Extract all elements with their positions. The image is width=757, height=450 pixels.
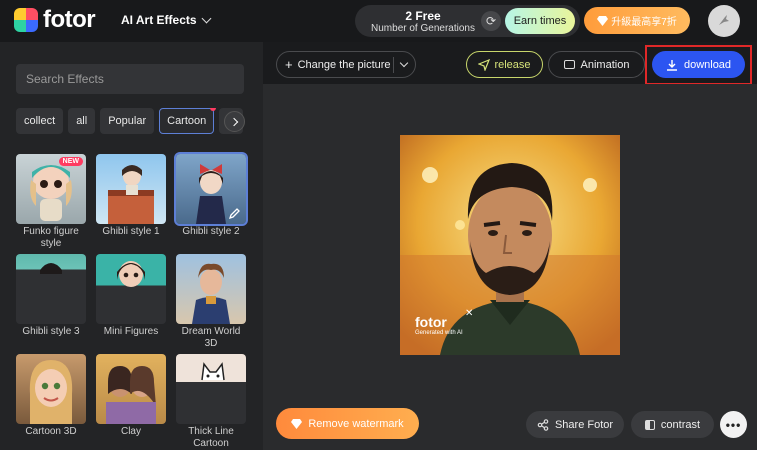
effect-card-ghibli-3[interactable]: Ghibli style 3 bbox=[16, 254, 86, 338]
filter-chips: collect all Popular Cartoon C bbox=[16, 108, 246, 134]
divider bbox=[393, 57, 394, 73]
credits-count: 2 Free bbox=[405, 9, 441, 23]
effect-thumbnail bbox=[176, 254, 246, 324]
plus-icon: + bbox=[285, 57, 293, 72]
effect-label: Mini Figures bbox=[103, 326, 159, 337]
effect-card-ghibli-2[interactable]: Ghibli style 2 bbox=[174, 152, 248, 238]
effect-thumbnail bbox=[16, 254, 86, 324]
scroll-right-button[interactable] bbox=[224, 111, 245, 132]
contrast-label: contrast bbox=[660, 418, 701, 431]
edit-icon[interactable] bbox=[228, 206, 242, 220]
download-button[interactable]: download bbox=[652, 51, 745, 78]
upgrade-label: 升級最高享7折 bbox=[611, 17, 677, 28]
share-icon bbox=[537, 418, 549, 431]
effect-card-funko[interactable]: NEW Funko figure style bbox=[16, 154, 86, 250]
result-image[interactable]: fotor Generated with AI ✕ bbox=[400, 135, 620, 355]
effect-label: Clay bbox=[120, 426, 141, 437]
new-badge: NEW bbox=[58, 157, 83, 166]
animation-label: Animation bbox=[580, 58, 630, 71]
chevron-down-icon[interactable] bbox=[399, 58, 409, 68]
logo-text: fotor bbox=[43, 6, 96, 33]
notification-dot bbox=[210, 108, 217, 111]
credits-label: Number of Generations bbox=[371, 23, 475, 34]
user-avatar[interactable] bbox=[708, 5, 740, 37]
fotor-logo-icon bbox=[14, 8, 38, 32]
share-button[interactable]: Share Fotor bbox=[526, 411, 624, 438]
filter-popular[interactable]: Popular bbox=[100, 108, 155, 134]
upgrade-button[interactable]: 升級最高享7折 bbox=[584, 7, 690, 34]
credits-panel: 2 Free Number of Generations ⟳ Earn time… bbox=[355, 5, 580, 37]
remove-watermark-button[interactable]: Remove watermark bbox=[276, 408, 419, 439]
change-picture-button[interactable]: + Change the picture bbox=[276, 51, 416, 78]
effect-label: Ghibli style 1 bbox=[102, 226, 160, 237]
top-bar: fotor AI Art Effects 2 Free Number of Ge… bbox=[0, 0, 757, 42]
send-icon bbox=[478, 58, 491, 71]
chevron-down-icon bbox=[201, 13, 212, 24]
watermark: fotor Generated with AI bbox=[415, 315, 463, 337]
effect-thumbnail bbox=[96, 354, 166, 424]
effect-thumbnail bbox=[96, 154, 166, 224]
diamond-icon bbox=[597, 15, 609, 26]
effect-card-cartoon-3d[interactable]: Cartoon 3D bbox=[16, 354, 86, 438]
ai-art-effects-menu[interactable]: AI Art Effects bbox=[121, 13, 212, 27]
chevron-right-icon bbox=[229, 117, 238, 126]
animation-button[interactable]: Animation bbox=[548, 51, 645, 78]
effect-thumbnail bbox=[176, 354, 246, 424]
earn-times-button[interactable]: Earn times bbox=[505, 8, 575, 34]
video-icon bbox=[563, 60, 575, 69]
bird-icon bbox=[719, 15, 729, 25]
diamond-icon bbox=[291, 418, 303, 429]
effect-card-dream-world[interactable]: Dream World 3D bbox=[176, 254, 246, 350]
editor-toolbar: + Change the picture release Animation d… bbox=[263, 42, 757, 85]
contrast-icon bbox=[644, 419, 655, 430]
close-icon[interactable]: ✕ bbox=[465, 308, 473, 319]
filter-collect[interactable]: collect bbox=[16, 108, 64, 134]
watermark-text: fotor bbox=[415, 314, 447, 330]
filter-cartoon[interactable]: Cartoon bbox=[159, 108, 217, 134]
release-label: release bbox=[494, 58, 531, 71]
effect-label: Thick Line Cartoon bbox=[188, 426, 234, 449]
effect-label: Ghibli style 3 bbox=[22, 326, 80, 337]
filter-all[interactable]: all bbox=[68, 108, 96, 134]
effect-card-thick-line[interactable]: Thick Line Cartoon bbox=[176, 354, 246, 450]
effect-label: Funko figure style bbox=[23, 226, 79, 249]
effect-card-ghibli-1[interactable]: Ghibli style 1 bbox=[96, 154, 166, 238]
release-button[interactable]: release bbox=[466, 51, 543, 78]
refresh-icon[interactable]: ⟳ bbox=[481, 11, 501, 31]
fotor-logo[interactable]: fotor bbox=[14, 6, 96, 33]
effect-label: Ghibli style 2 bbox=[182, 226, 240, 237]
effect-thumbnail bbox=[174, 152, 248, 226]
effect-label: Dream World 3D bbox=[181, 326, 241, 349]
filter-cartoon-label: Cartoon bbox=[167, 115, 207, 127]
effect-thumbnail bbox=[96, 254, 166, 324]
download-icon bbox=[666, 59, 677, 71]
effect-thumbnail bbox=[16, 354, 86, 424]
effect-card-clay[interactable]: Clay bbox=[96, 354, 166, 438]
remove-watermark-label: Remove watermark bbox=[308, 417, 404, 430]
effect-thumbnail: NEW bbox=[16, 154, 86, 224]
change-picture-label: Change the picture bbox=[297, 58, 391, 71]
more-options-icon[interactable]: ••• bbox=[720, 411, 747, 438]
effects-sidebar: Search Effects collect all Popular Carto… bbox=[0, 42, 263, 450]
share-label: Share Fotor bbox=[554, 418, 614, 431]
watermark-subtext: Generated with AI bbox=[415, 330, 463, 336]
download-label: download bbox=[683, 58, 732, 71]
search-input[interactable]: Search Effects bbox=[16, 64, 244, 94]
effect-card-mini-figures[interactable]: Mini Figures bbox=[96, 254, 166, 338]
effect-label: Cartoon 3D bbox=[25, 426, 77, 437]
nav-title: AI Art Effects bbox=[121, 13, 197, 27]
contrast-button[interactable]: contrast bbox=[631, 411, 714, 438]
